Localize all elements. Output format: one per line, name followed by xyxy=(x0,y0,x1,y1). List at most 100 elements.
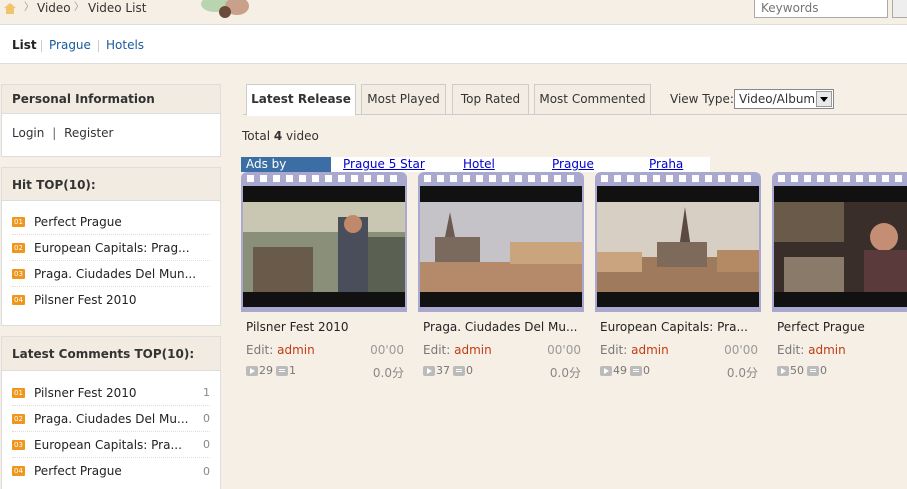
play-count: 49 xyxy=(613,364,627,377)
author-link[interactable]: admin xyxy=(631,343,669,357)
comment-count: 1 xyxy=(203,386,210,399)
rank-badge: 01 xyxy=(12,387,25,398)
personal-info-panel: Personal Information Login | Register xyxy=(1,84,221,157)
video-stats: 37 0 xyxy=(423,364,473,377)
divider xyxy=(98,40,99,52)
comment-count: 0 xyxy=(203,438,210,451)
author-link[interactable]: admin xyxy=(808,343,846,357)
video-title[interactable]: Perfect Prague xyxy=(777,320,865,334)
ad-link[interactable]: Prague 5 Star xyxy=(343,157,425,172)
latest-comments-panel: Latest Comments TOP(10): 01 Pilsner Fest… xyxy=(1,336,221,489)
play-count-icon xyxy=(246,365,258,376)
subnav-list[interactable]: List xyxy=(12,38,37,52)
list-item[interactable]: 02 European Capitals: Prag... xyxy=(12,235,210,261)
thumbnail-image xyxy=(420,202,582,292)
video-thumbnail[interactable] xyxy=(772,172,907,312)
panel-title: Hit TOP(10): xyxy=(2,168,220,201)
list-item-title[interactable]: Perfect Prague xyxy=(34,464,122,478)
ads-by-google-label[interactable]: Ads by Google xyxy=(241,157,331,186)
comment-count: 1 xyxy=(289,364,296,377)
ad-link[interactable]: Prague xyxy=(552,157,594,172)
list-item[interactable]: 03 European Capitals: Pra... 0 xyxy=(12,432,210,458)
list-item-title[interactable]: Praga. Ciudades Del Mun... xyxy=(34,267,196,281)
comment-count: 0 xyxy=(820,364,827,377)
video-stats: 49 0 xyxy=(600,364,650,377)
tab-latest-release[interactable]: Latest Release xyxy=(246,84,356,116)
video-thumbnail[interactable] xyxy=(241,172,407,312)
floral-decoration-icon xyxy=(201,0,249,18)
list-item-title[interactable]: Praga. Ciudades Del Mu... xyxy=(34,412,188,426)
total-number: 4 xyxy=(273,129,283,143)
rank-badge: 03 xyxy=(12,439,25,450)
list-item-title[interactable]: Pilsner Fest 2010 xyxy=(34,386,137,400)
thumbnail-image xyxy=(597,202,759,292)
view-type-label: View Type: xyxy=(670,92,734,106)
list-item[interactable]: 04 Perfect Prague 0 xyxy=(12,458,210,484)
view-type-select[interactable]: Video/Album xyxy=(734,89,834,109)
breadcrumb-video-list[interactable]: Video List xyxy=(88,0,146,16)
video-editor: Edit: admin xyxy=(246,343,315,357)
video-editor: Edit: admin xyxy=(777,343,846,357)
video-editor: Edit: admin xyxy=(600,343,669,357)
tab-most-commented[interactable]: Most Commented xyxy=(534,84,651,115)
play-count: 50 xyxy=(790,364,804,377)
comment-count-icon xyxy=(276,365,288,376)
search-input[interactable] xyxy=(754,0,888,18)
panel-title: Personal Information xyxy=(2,85,220,114)
breadcrumb-video[interactable]: Video xyxy=(37,0,71,16)
sub-navigation: List Prague Hotels xyxy=(0,24,907,64)
top-bar: 〉 Video 〉 Video List xyxy=(0,0,907,22)
subnav-hotels[interactable]: Hotels xyxy=(106,38,144,52)
list-item-title[interactable]: Perfect Prague xyxy=(34,215,122,229)
chevron-right-icon: 〉 xyxy=(24,2,34,13)
author-link[interactable]: admin xyxy=(454,343,492,357)
comment-count: 0 xyxy=(466,364,473,377)
video-stats: 50 0 xyxy=(777,364,827,377)
comment-count-icon xyxy=(453,365,465,376)
list-item-title[interactable]: European Capitals: Prag... xyxy=(34,241,190,255)
play-count-icon xyxy=(777,365,789,376)
search-button[interactable] xyxy=(892,0,907,18)
comment-count-icon xyxy=(630,365,642,376)
ad-link[interactable]: Praha xyxy=(649,157,683,172)
rank-badge: 04 xyxy=(12,466,25,476)
ad-link[interactable]: Hotel xyxy=(463,157,495,172)
list-item-title[interactable]: Pilsner Fest 2010 xyxy=(34,293,137,307)
video-thumbnail[interactable] xyxy=(595,172,761,312)
video-rating: 0.0分 xyxy=(726,366,758,380)
hit-top-panel: Hit TOP(10): 01 Perfect Prague 02 Europe… xyxy=(1,167,221,326)
play-count: 29 xyxy=(259,364,273,377)
list-item[interactable]: 01 Pilsner Fest 2010 1 xyxy=(12,380,210,406)
video-title[interactable]: European Capitals: Pra... xyxy=(600,320,748,334)
total-count: Total 4 video xyxy=(242,129,319,143)
rank-badge: 02 xyxy=(12,242,25,253)
home-icon[interactable] xyxy=(4,3,16,14)
video-card[interactable]: Perfect Prague Edit: admin 50 0 xyxy=(772,172,907,402)
play-count: 37 xyxy=(436,364,450,377)
video-rating: 0.0分 xyxy=(372,366,404,380)
list-item-title[interactable]: European Capitals: Pra... xyxy=(34,438,182,452)
tab-most-played[interactable]: Most Played xyxy=(361,84,446,115)
video-duration: 00'00 xyxy=(547,343,581,357)
list-item[interactable]: 04 Pilsner Fest 2010 xyxy=(12,287,210,313)
subnav-prague[interactable]: Prague xyxy=(49,38,91,52)
thumbnail-image xyxy=(243,202,405,292)
play-count-icon xyxy=(423,365,435,376)
video-thumbnail[interactable] xyxy=(418,172,584,312)
video-title[interactable]: Pilsner Fest 2010 xyxy=(246,320,349,334)
tab-top-rated[interactable]: Top Rated xyxy=(452,84,529,115)
comment-count: 0 xyxy=(203,464,210,478)
video-editor: Edit: admin xyxy=(423,343,492,357)
ads-bar: Ads by Google Prague 5 Star Hotel Prague… xyxy=(241,157,710,186)
divider xyxy=(41,40,42,52)
register-link[interactable]: Register xyxy=(64,126,113,140)
chevron-down-icon[interactable] xyxy=(816,91,832,107)
comment-count-icon xyxy=(807,365,819,376)
login-link[interactable]: Login xyxy=(12,126,44,140)
list-item[interactable]: 02 Praga. Ciudades Del Mu... 0 xyxy=(12,406,210,432)
video-title[interactable]: Praga. Ciudades Del Mu... xyxy=(423,320,577,334)
video-rating: 0.0分 xyxy=(549,366,581,380)
list-item[interactable]: 01 Perfect Prague xyxy=(12,209,210,235)
author-link[interactable]: admin xyxy=(277,343,315,357)
list-item[interactable]: 03 Praga. Ciudades Del Mun... xyxy=(12,261,210,287)
